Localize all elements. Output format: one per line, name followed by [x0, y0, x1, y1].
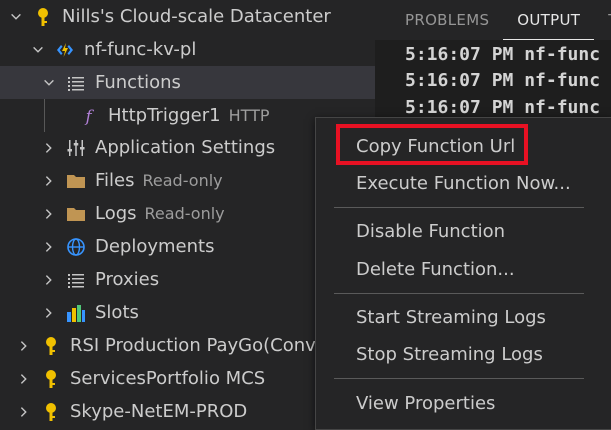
chevron-down-icon[interactable] — [41, 75, 57, 91]
tree-item-label: Logs — [95, 203, 137, 224]
read-only-badge: Read-only — [142, 171, 223, 190]
folder-icon — [65, 170, 87, 192]
tree-item-label: Functions — [95, 72, 181, 93]
chevron-right-icon[interactable] — [16, 404, 32, 420]
tree-item-label: Nills's Cloud-scale Datacenter — [62, 6, 331, 27]
tab-output[interactable]: OUTPUT — [503, 0, 595, 40]
key-icon — [32, 6, 54, 28]
read-only-badge: Read-only — [144, 204, 225, 223]
menu-item-start-streaming-logs[interactable]: Start Streaming Logs — [316, 301, 611, 334]
chevron-right-icon[interactable] — [16, 338, 32, 354]
chevron-right-icon[interactable] — [41, 173, 57, 189]
tree-item-label: Slots — [95, 302, 139, 323]
chevron-down-icon[interactable] — [8, 9, 24, 25]
trigger-type-badge: HTTP — [228, 106, 270, 125]
chevron-right-icon[interactable] — [16, 371, 32, 387]
chevron-right-icon[interactable] — [41, 140, 57, 156]
key-icon — [40, 368, 62, 390]
menu-item-view-properties[interactable]: View Properties — [316, 387, 611, 420]
menu-item-execute-function-now[interactable]: Execute Function Now... — [316, 167, 611, 200]
tree-item-label: ServicesPortfolio MCS — [70, 368, 266, 389]
output-line: 5:16:07 PM nf-func — [405, 44, 601, 65]
menu-separator — [334, 378, 584, 379]
tab-terminal[interactable]: T — [594, 0, 611, 40]
svg-text:f: f — [85, 106, 95, 125]
chevron-right-icon[interactable] — [41, 272, 57, 288]
tree-item-label: nf-func-kv-pl — [84, 39, 197, 60]
tree-item-label: Proxies — [95, 269, 160, 290]
list-icon — [65, 269, 87, 291]
chevron-down-icon[interactable] — [30, 42, 46, 58]
output-line: 5:16:07 PM nf-func — [405, 70, 601, 91]
menu-separator — [334, 293, 584, 294]
tree-item-label: RSI Production PayGo(Conv — [70, 335, 316, 356]
menu-separator — [334, 207, 584, 208]
panel-tabs: PROBLEMS OUTPUT T — [375, 0, 611, 40]
globe-icon — [65, 236, 87, 258]
menu-item-disable-function[interactable]: Disable Function — [316, 215, 611, 248]
tree-item-function-app[interactable]: nf-func-kv-pl — [0, 33, 375, 66]
chevron-right-icon[interactable] — [41, 239, 57, 255]
output-line: 5:16:07 PM nf-func — [405, 97, 601, 118]
chevron-right-icon[interactable] — [41, 206, 57, 222]
list-icon — [65, 72, 87, 94]
menu-item-delete-function[interactable]: Delete Function... — [316, 253, 611, 286]
tree-item-label: Files — [95, 170, 135, 191]
tree-item-functions[interactable]: Functions — [0, 66, 375, 99]
tab-problems[interactable]: PROBLEMS — [375, 0, 503, 40]
tree-item-label: HttpTrigger1 — [108, 105, 221, 126]
tree-item-label: Skype-NetEM-PROD — [70, 401, 248, 422]
tree-item-subscription-nills[interactable]: Nills's Cloud-scale Datacenter — [0, 0, 375, 33]
settings-sliders-icon — [65, 137, 87, 159]
key-icon — [40, 335, 62, 357]
slots-icon — [65, 302, 87, 324]
tree-item-label: Application Settings — [95, 137, 276, 158]
folder-icon — [65, 203, 87, 225]
function-app-icon — [54, 39, 76, 61]
menu-item-stop-streaming-logs[interactable]: Stop Streaming Logs — [316, 338, 611, 371]
highlight-annotation — [336, 124, 528, 165]
tree-item-label: Deployments — [95, 236, 215, 257]
function-icon: f — [82, 105, 100, 127]
key-icon — [40, 401, 62, 423]
chevron-right-icon[interactable] — [41, 305, 57, 321]
